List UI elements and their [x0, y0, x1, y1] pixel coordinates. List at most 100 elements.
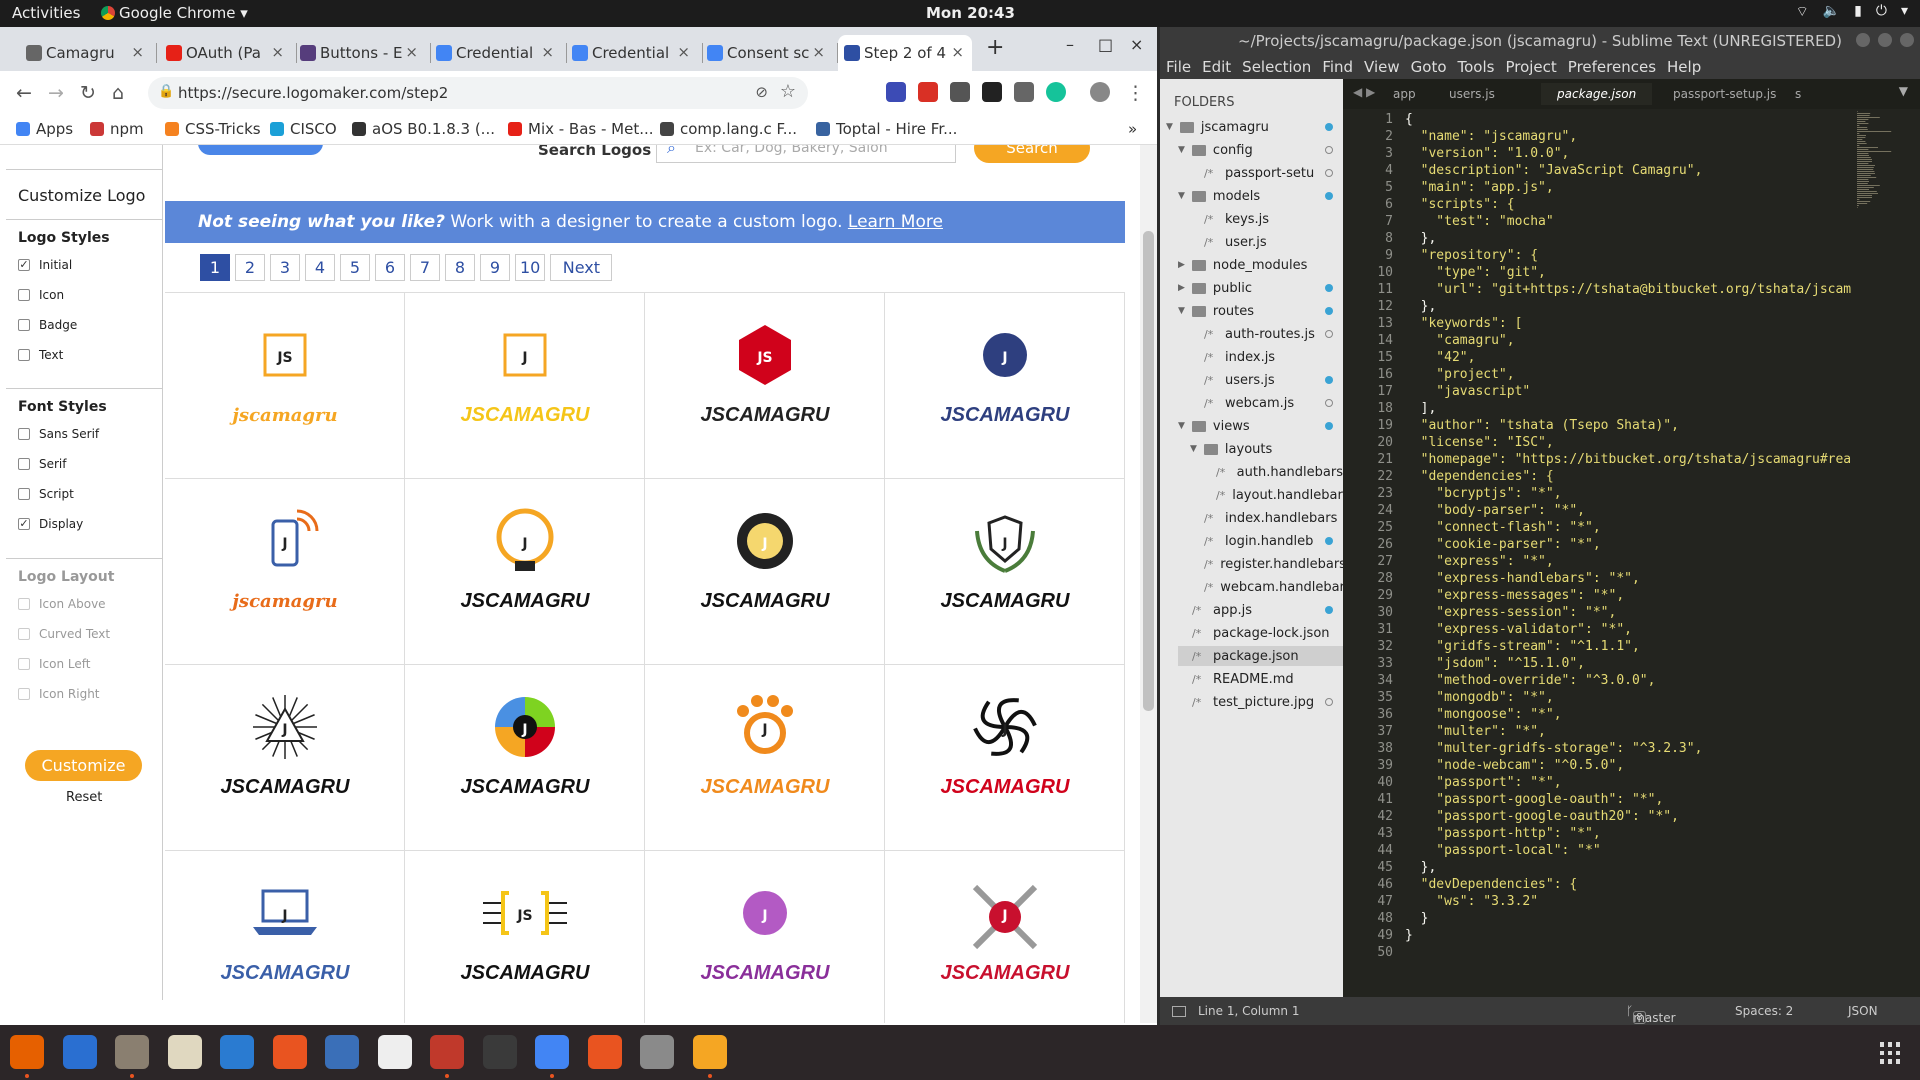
disclosure-arrow-icon[interactable]: ▼: [1190, 444, 1197, 454]
files-icon[interactable]: [115, 1035, 149, 1069]
folder-item[interactable]: ▼ layouts: [1190, 439, 1343, 459]
file-item[interactable]: /* user.js: [1190, 232, 1343, 252]
file-item[interactable]: /* passport-setu: [1190, 163, 1343, 183]
help-icon[interactable]: [325, 1035, 359, 1069]
checkbox[interactable]: [18, 289, 30, 301]
editor-pane[interactable]: ◀ ▶ app users.js package.json passport-setup…: [1343, 79, 1920, 997]
disclosure-arrow-icon[interactable]: ▶: [1178, 283, 1185, 293]
activities-button[interactable]: Activities: [12, 4, 80, 22]
menu-edit[interactable]: Edit: [1202, 55, 1231, 79]
file-item[interactable]: /* webcam.js: [1190, 393, 1343, 413]
logo-option[interactable]: J JSCAMAGRU: [885, 293, 1125, 479]
logo-option[interactable]: J JSCAMAGRU: [645, 665, 885, 851]
file-item[interactable]: /* layout.handlebars: [1202, 485, 1343, 505]
file-item[interactable]: /* README.md: [1178, 669, 1343, 689]
menu-goto[interactable]: Goto: [1411, 55, 1447, 79]
browser-tab[interactable]: Consent sc ×: [701, 35, 833, 71]
app-menu[interactable]: Google Chrome ▾: [101, 4, 248, 22]
tab-list-icon[interactable]: ▼: [1899, 84, 1908, 98]
menu-find[interactable]: Find: [1322, 55, 1353, 79]
file-item[interactable]: /* users.js: [1190, 370, 1343, 390]
syntax[interactable]: JSON: [1848, 1004, 1878, 1018]
top-button-partial[interactable]: [198, 145, 323, 155]
code-view[interactable]: { "name": "jscamagru", "version": "1.0.0…: [1405, 111, 1865, 971]
logo-option[interactable]: J JSCAMAGRU: [405, 293, 645, 479]
disclosure-arrow-icon[interactable]: ▶: [1178, 260, 1185, 270]
reset-link[interactable]: Reset: [66, 790, 102, 805]
learn-more-link[interactable]: Learn More: [848, 212, 943, 232]
checkbox[interactable]: [18, 488, 30, 500]
home-icon[interactable]: ⌂: [112, 82, 124, 104]
browser-tab[interactable]: Camagru ×: [20, 35, 152, 71]
option-icon[interactable]: Icon: [18, 288, 64, 302]
browser-tab[interactable]: Credential ×: [566, 35, 698, 71]
logo-option[interactable]: J JSCAMAGRU: [885, 851, 1125, 1023]
minimize-icon[interactable]: [1856, 33, 1870, 47]
forward-icon[interactable]: →: [48, 82, 64, 104]
amazon-icon[interactable]: [377, 1035, 412, 1069]
browser-tab[interactable]: OAuth (Pa ×: [160, 35, 292, 71]
disclosure-arrow-icon[interactable]: ▼: [1178, 145, 1185, 155]
indentation[interactable]: Spaces: 2: [1735, 1004, 1793, 1018]
extension-icon[interactable]: [982, 82, 1002, 102]
menu-project[interactable]: Project: [1505, 55, 1556, 79]
checkbox[interactable]: ✓: [18, 518, 30, 530]
maximize-icon[interactable]: □: [1098, 35, 1113, 54]
menu-selection[interactable]: Selection: [1242, 55, 1311, 79]
terminal-icon[interactable]: [482, 1035, 517, 1069]
option-initial[interactable]: ✓ Initial: [18, 258, 72, 272]
checkbox[interactable]: [18, 628, 30, 640]
file-item[interactable]: /* keys.js: [1190, 209, 1343, 229]
new-tab-icon[interactable]: +: [986, 35, 1004, 60]
translate-icon[interactable]: ⊘: [755, 83, 768, 101]
logo-option[interactable]: J JSCAMAGRU: [645, 851, 885, 1023]
sublime-icon[interactable]: [692, 1035, 727, 1069]
file-item[interactable]: /* register.handlebars: [1190, 554, 1343, 574]
tab-close-icon[interactable]: ×: [812, 43, 825, 61]
logo-option[interactable]: J JSCAMAGRU: [405, 665, 645, 851]
customize-button[interactable]: Customize: [25, 750, 142, 781]
file-item[interactable]: /* index.js: [1190, 347, 1343, 367]
checkbox[interactable]: [18, 319, 30, 331]
checkbox[interactable]: [18, 349, 30, 361]
rhythmbox-icon[interactable]: [167, 1035, 202, 1069]
extension-icon[interactable]: [950, 82, 970, 102]
tab-close-icon[interactable]: ×: [131, 43, 144, 61]
logo-option[interactable]: J JSCAMAGRU: [165, 665, 405, 851]
tab-close-icon[interactable]: ×: [271, 43, 284, 61]
tab-close-icon[interactable]: ×: [405, 43, 418, 61]
file-item[interactable]: /* auth.handlebars: [1202, 462, 1343, 482]
folder-item[interactable]: ▶ public: [1178, 278, 1343, 298]
grammarly-icon[interactable]: [1046, 82, 1066, 102]
editor-tab[interactable]: passport-setup.js: [1673, 87, 1776, 101]
checkbox[interactable]: [18, 658, 30, 670]
option-icon-above[interactable]: Icon Above: [18, 597, 106, 611]
disclosure-arrow-icon[interactable]: ▼: [1166, 122, 1173, 132]
logo-option[interactable]: J JSCAMAGRU: [885, 479, 1125, 665]
page-1-button[interactable]: 1: [200, 254, 230, 281]
chrome-icon[interactable]: [535, 1035, 569, 1069]
logo-option[interactable]: J JSCAMAGRU: [165, 851, 405, 1023]
address-bar[interactable]: 🔒 https://secure.logomaker.com/step2 ☆ ⊘: [148, 77, 808, 109]
tab-close-icon[interactable]: ×: [677, 43, 690, 61]
tab-close-icon[interactable]: ×: [541, 43, 554, 61]
clock[interactable]: Mon 20:43: [926, 4, 1015, 22]
firefox-icon[interactable]: [10, 1035, 44, 1069]
system-indicators[interactable]: ⌔ 🔈 ▮ ⏻ ▾: [1796, 3, 1908, 21]
file-item[interactable]: /* package.json: [1178, 646, 1343, 666]
disclosure-arrow-icon[interactable]: ▼: [1178, 421, 1185, 431]
browser-tab[interactable]: Buttons - E ×: [294, 35, 426, 71]
bookmark-item[interactable]: CISCO: [270, 120, 337, 138]
folder-item[interactable]: ▼ models: [1178, 186, 1343, 206]
option-badge[interactable]: Badge: [18, 318, 77, 332]
option-sans-serif[interactable]: Sans Serif: [18, 427, 99, 441]
scroll-thumb[interactable]: [1143, 231, 1154, 711]
editor-tab[interactable]: app: [1393, 87, 1416, 101]
menu-icon[interactable]: ⋮: [1126, 82, 1145, 104]
bookmark-star-icon[interactable]: ☆: [780, 81, 796, 102]
file-item[interactable]: /* webcam.handlebars: [1190, 577, 1343, 597]
editor-tab[interactable]: package.json: [1541, 83, 1653, 105]
ubuntu-icon[interactable]: [587, 1035, 622, 1069]
extension-icon[interactable]: [918, 82, 938, 102]
menu-help[interactable]: Help: [1667, 55, 1701, 79]
